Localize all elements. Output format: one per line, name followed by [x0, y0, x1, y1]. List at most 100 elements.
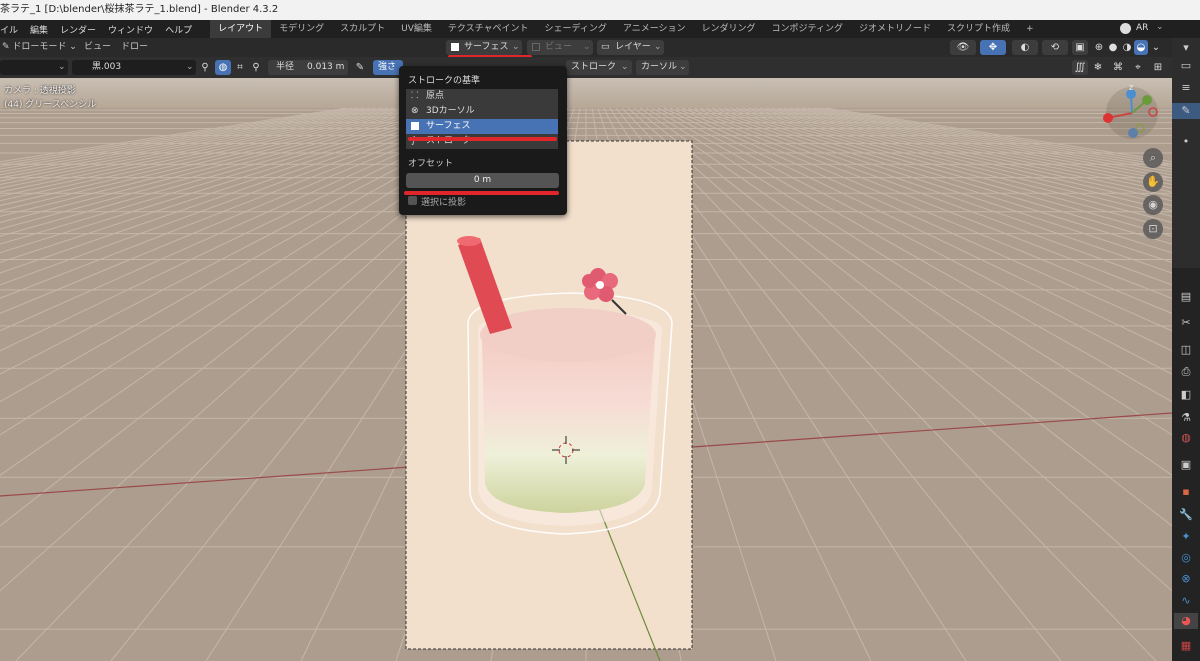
solid-shading-icon[interactable]: ●: [1106, 40, 1120, 55]
tab-scripting[interactable]: スクリプト作成: [939, 20, 1018, 38]
visibility-icon[interactable]: 👁: [950, 40, 976, 55]
viewport-object-info: (44) グリースペンシル: [4, 100, 97, 110]
menu-draw[interactable]: ドロー: [121, 40, 148, 55]
menu-file[interactable]: イル: [0, 23, 24, 36]
add-workspace-button[interactable]: +: [1018, 20, 1042, 38]
placement-dropdown[interactable]: サーフェス ⌄: [446, 40, 522, 55]
mode-selector[interactable]: ✎ ドローモード ⌄: [2, 40, 77, 55]
effects-icon[interactable]: ✦: [1178, 529, 1194, 545]
color-sphere-icon[interactable]: ◍: [215, 60, 231, 75]
menu-render[interactable]: レンダー: [54, 23, 102, 36]
properties-tab-bar: ▾ ▭ ≡ ✎ • ▤ ✂ ◫ ⎙ ◧ ⚗ ◍ ▣ ▪ 🔧 ✦ ◎ ⊗ ∿ ◕ …: [1172, 38, 1200, 661]
x-axis-ball[interactable]: [1103, 113, 1113, 123]
stroke-overlay-icon[interactable]: ⟲: [1042, 40, 1068, 55]
material-shading-icon[interactable]: ◑: [1120, 40, 1134, 55]
guides-icon[interactable]: ⊞: [1150, 60, 1166, 75]
menu-window[interactable]: ウィンドウ: [102, 23, 159, 36]
rendered-shading-icon[interactable]: ◒: [1134, 40, 1148, 55]
texture-icon[interactable]: ▦: [1178, 638, 1194, 654]
view-layer-icon[interactable]: ◧: [1178, 387, 1194, 403]
menu-bar: イル 編集 レンダー ウィンドウ ヘルプ レイアウト モデリング スカルプト U…: [0, 20, 1200, 38]
placement-option-surface[interactable]: サーフェス: [406, 119, 558, 134]
chevron-down-icon: ⌄: [58, 62, 66, 72]
tool-properties-icon[interactable]: ✂: [1178, 315, 1194, 331]
chevron-down-icon: ⌄: [621, 62, 629, 72]
snowflake-icon[interactable]: ❄: [1090, 60, 1106, 75]
navigation-gizmo[interactable]: Z: [1100, 83, 1170, 153]
material-properties-icon[interactable]: ◕: [1174, 613, 1198, 629]
viewport-header: ✎ ドローモード ⌄ ビュー ドロー サーフェス ⌄ ビュー ⌄ ▭ レイヤー …: [0, 38, 1172, 59]
lock-icon[interactable]: ⊡: [1143, 219, 1163, 239]
placement-option-3d-cursor[interactable]: ⊗ 3Dカーソル: [406, 104, 558, 119]
autokey-icon[interactable]: ⌖: [1130, 60, 1146, 75]
draw-mode-icon: ✎: [2, 42, 13, 52]
tab-layout[interactable]: レイアウト: [210, 20, 272, 38]
outliner-item-icon[interactable]: ▭: [1178, 58, 1194, 74]
radius-value: 0.013 m: [307, 62, 345, 72]
dot-icon[interactable]: •: [1178, 134, 1194, 150]
physics-icon[interactable]: ◎: [1178, 550, 1194, 566]
wireframe-shading-icon[interactable]: ⊕: [1092, 40, 1106, 55]
editor-type-icon[interactable]: ▤: [1178, 289, 1194, 305]
menu-edit[interactable]: 編集: [24, 23, 54, 36]
tab-texture-paint[interactable]: テクスチャペイント: [440, 20, 537, 38]
constraints-icon[interactable]: ⊗: [1178, 571, 1194, 587]
modifier-wrench-icon[interactable]: 🔧: [1178, 507, 1194, 523]
draw-tool-icon[interactable]: ✎: [1172, 103, 1200, 119]
offset-field[interactable]: 0 m: [406, 173, 559, 188]
material-name: 黒.003: [92, 62, 122, 72]
radius-label: 半径: [276, 62, 295, 72]
cursor-dropdown-label: カーソル: [641, 62, 678, 72]
tab-sculpt[interactable]: スカルプト: [332, 20, 393, 38]
scene-selector[interactable]: AR ⌄: [1118, 21, 1172, 37]
cursor-dropdown[interactable]: カーソル ⌄: [636, 60, 689, 75]
chevron-down-icon[interactable]: ⌄: [1150, 40, 1162, 55]
render-properties-icon[interactable]: ◫: [1178, 342, 1194, 358]
menu-help[interactable]: ヘルプ: [159, 23, 198, 36]
zoom-icon[interactable]: ⌕: [1143, 148, 1163, 168]
output-properties-icon[interactable]: ⎙: [1178, 364, 1194, 380]
stroke-dropdown-label: ストローク: [571, 62, 617, 72]
object-properties-icon[interactable]: ▪: [1178, 484, 1194, 500]
3d-viewport[interactable]: カメラ : 透視投影 (44) グリースペンシル Z ⌕ ✋ ◉ ⊡: [0, 78, 1172, 661]
xray-icon[interactable]: ▣: [1072, 40, 1088, 55]
stroke-placement-popup: ストロークの基準 ⸬ 原点 ⊗ 3Dカーソル サーフェス ∫ ストローク オフセ…: [399, 66, 567, 215]
pressure-icon[interactable]: ✎: [352, 60, 368, 75]
pin-secondary-icon[interactable]: ⚲: [248, 60, 264, 75]
falloff-icon[interactable]: ∭: [1072, 60, 1088, 75]
tab-rendering[interactable]: レンダリング: [694, 20, 764, 38]
offset-value: 0 m: [473, 175, 492, 185]
list-icon[interactable]: ≡: [1178, 80, 1194, 96]
data-properties-icon[interactable]: ∿: [1178, 593, 1194, 609]
material-selector[interactable]: 黒.003 ⌄: [72, 60, 196, 75]
outliner-toggle-icon[interactable]: ▾: [1178, 40, 1194, 56]
overlay-icon[interactable]: ◐: [1012, 40, 1038, 55]
tab-compositing[interactable]: コンポジティング: [764, 20, 851, 38]
multiframe-icon[interactable]: ⌘: [1110, 60, 1126, 75]
window-title-bar: 茶ラテ_1 [D:\blender\桜抹茶ラテ_1.blend] - Blend…: [0, 0, 1200, 20]
placement-option-origin[interactable]: ⸬ 原点: [406, 89, 558, 104]
camera-view-icon[interactable]: ◉: [1143, 195, 1163, 215]
brush-selector[interactable]: ⌄: [0, 60, 68, 75]
y-axis-ball[interactable]: [1142, 95, 1152, 105]
radius-field[interactable]: 半径 0.013 m: [268, 60, 348, 75]
color-picker-icon[interactable]: ⌗: [232, 60, 248, 75]
view-dropdown[interactable]: ビュー ⌄: [527, 40, 593, 55]
pan-hand-icon[interactable]: ✋: [1143, 172, 1163, 192]
tab-shading[interactable]: シェーディング: [537, 20, 615, 38]
tab-geometry-nodes[interactable]: ジオメトリノード: [851, 20, 939, 38]
project-selected-checkbox[interactable]: [408, 196, 417, 205]
chevron-down-icon: ⌄: [186, 62, 194, 72]
origin-icon: ⸬: [411, 91, 419, 101]
menu-view[interactable]: ビュー: [84, 40, 111, 55]
layer-dropdown[interactable]: ▭ レイヤー ⌄: [597, 40, 664, 55]
tab-uv-editing[interactable]: UV編集: [393, 20, 440, 38]
stroke-dropdown[interactable]: ストローク ⌄: [566, 60, 632, 75]
gizmo-toggle-icon[interactable]: ✥: [980, 40, 1006, 55]
pin-icon[interactable]: ⚲: [197, 60, 213, 75]
scene-properties-icon[interactable]: ⚗: [1178, 410, 1194, 426]
tab-animation[interactable]: アニメーション: [615, 20, 694, 38]
world-properties-icon[interactable]: ◍: [1178, 430, 1194, 446]
collection-icon[interactable]: ▣: [1178, 457, 1194, 473]
tab-modeling[interactable]: モデリング: [271, 20, 332, 38]
